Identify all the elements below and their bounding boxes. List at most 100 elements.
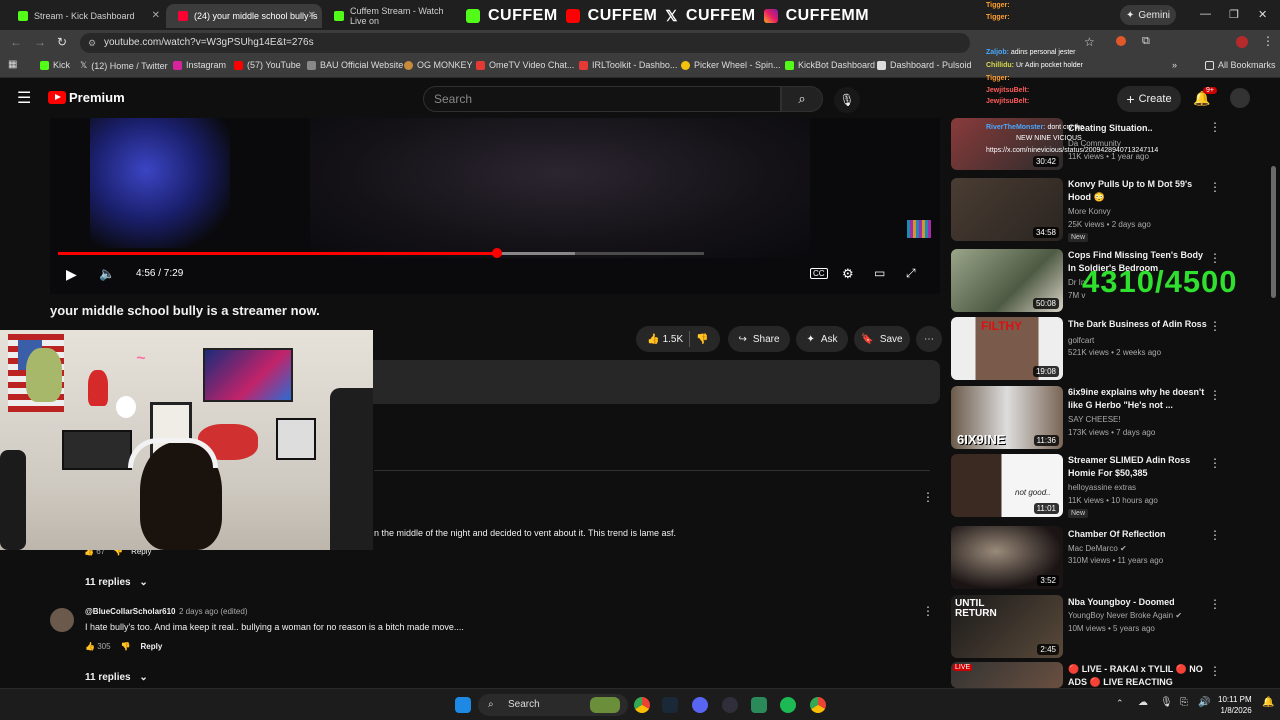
recommendation-card[interactable]: FILTHY 19:08 The Dark Business of Adin R… [951, 317, 1251, 381]
fullscreen-icon[interactable]: ⤢ [906, 266, 916, 281]
comment-more-icon[interactable]: ⋮ [922, 490, 934, 504]
rec-title[interactable]: Nba Youngboy - Doomed [1068, 596, 1208, 609]
site-info-icon[interactable]: ⚙ [88, 33, 96, 53]
rec-channel[interactable]: YoungBoy Never Broke Again ✔ [1068, 611, 1182, 620]
rec-title[interactable]: Konvy Pulls Up to M Dot 59's Hood 😳 [1068, 178, 1208, 204]
volume-icon[interactable]: 🔈 [99, 266, 115, 282]
youtube-logo[interactable]: Premium [48, 90, 125, 105]
recommendation-card[interactable]: LIVE 🔴 LIVE - RAKAI x TYLIL 🔴 NO ADS 🔴 L… [951, 662, 1251, 688]
mic-tray-icon[interactable]: 🎙 [1160, 697, 1173, 708]
bookmark-irltoolkit[interactable]: IRLToolkit - Dashbo... [579, 60, 677, 70]
back-icon[interactable]: ← [10, 35, 22, 49]
apps-grid-icon[interactable]: ▦ [8, 59, 17, 70]
comment-timestamp[interactable]: 2 days ago (edited) [179, 607, 248, 616]
minimize-icon[interactable]: — [1200, 8, 1211, 20]
close-icon[interactable]: ✕ [152, 10, 160, 21]
comment-author[interactable]: @BlueCollarScholar610 [85, 607, 176, 616]
taskbar-search[interactable]: ⌕ Search [478, 694, 628, 716]
search-input[interactable]: Search [423, 86, 781, 112]
rec-channel[interactable]: golfcart [1068, 336, 1094, 345]
save-button[interactable]: 🔖 Save [854, 326, 910, 352]
rec-channel[interactable]: More Konvy [1068, 207, 1111, 216]
window-close-icon[interactable]: ✕ [1258, 8, 1267, 21]
app-icon[interactable] [751, 697, 767, 713]
network-icon[interactable]: ⎘ [1180, 697, 1188, 708]
all-bookmarks[interactable]: All Bookmarks [1205, 60, 1276, 70]
rec-more-icon[interactable]: ⋮ [1209, 180, 1221, 194]
captions-icon[interactable]: CC [810, 268, 828, 279]
video-thumbnail[interactable]: UNTIL RETURN 2:45 [951, 595, 1063, 658]
close-icon[interactable]: ✕ [308, 10, 316, 21]
video-thumbnail[interactable]: FILTHY 19:08 [951, 317, 1063, 380]
rec-more-icon[interactable]: ⋮ [1209, 319, 1221, 333]
settings-gear-icon[interactable]: ⚙ [842, 266, 854, 282]
discord-icon[interactable] [692, 697, 708, 713]
bookmark-og-monkey[interactable]: OG MONKEY [404, 60, 473, 70]
rec-channel[interactable]: helloyassine extras [1068, 483, 1136, 492]
video-thumbnail[interactable]: 50:08 [951, 249, 1063, 312]
dislike-button[interactable]: 👎 [121, 642, 131, 651]
notifications-button[interactable]: 🔔 9+ [1193, 87, 1217, 107]
rec-title[interactable]: 🔴 LIVE - RAKAI x TYLIL 🔴 NO ADS 🔴 LIVE R… [1068, 663, 1208, 688]
bookmark-pulsoid[interactable]: Dashboard - Pulsoid [877, 60, 972, 70]
ask-button[interactable]: ✦ Ask [796, 326, 848, 352]
theater-mode-icon[interactable]: ▭ [874, 266, 885, 280]
video-thumbnail[interactable]: 3:52 [951, 526, 1063, 589]
rec-title[interactable]: The Dark Business of Adin Ross [1068, 318, 1208, 331]
bookmark-bau[interactable]: BAU Official Website [307, 60, 403, 70]
windows-start-icon[interactable] [455, 697, 471, 713]
tab-youtube-video[interactable]: (24) your middle school bully is ✕ [166, 4, 322, 28]
obs-icon[interactable] [722, 697, 738, 713]
tab-cuffem-stream[interactable]: Cuffem Stream - Watch Live on [322, 4, 462, 28]
maximize-icon[interactable]: ❐ [1229, 8, 1239, 21]
video-thumbnail[interactable]: LIVE [951, 662, 1063, 688]
volume-tray-icon[interactable]: 🔊 [1198, 697, 1210, 708]
reload-icon[interactable]: ↻ [57, 35, 67, 49]
bookmark-kick[interactable]: Kick [40, 60, 70, 70]
rec-more-icon[interactable]: ⋮ [1209, 528, 1221, 542]
chrome-icon[interactable] [810, 697, 826, 713]
more-menu-icon[interactable]: ⋮ [1262, 34, 1274, 48]
progress-bar[interactable] [58, 248, 704, 258]
dislike-button[interactable]: 👎 [696, 334, 708, 345]
chevron-up-icon[interactable]: ⌃ [1116, 698, 1124, 709]
video-thumbnail[interactable]: 6IX9INE 11:36 [951, 386, 1063, 449]
like-button[interactable]: 👍 305 [85, 642, 111, 651]
play-icon[interactable]: ▶ [66, 266, 77, 283]
video-thumbnail[interactable]: 34:58 [951, 178, 1063, 241]
bookmark-twitter[interactable]: 𝕏 (12) Home / Twitter [80, 60, 168, 71]
rec-title[interactable]: 6ix9ine explains why he doesn't like G H… [1068, 386, 1208, 412]
chrome-icon[interactable] [634, 697, 650, 713]
voice-search-button[interactable]: 🎙 [834, 87, 860, 113]
search-button[interactable]: ⌕ [781, 86, 823, 112]
rec-title[interactable]: Streamer SLIMED Adin Ross Homie For $50,… [1068, 454, 1208, 480]
forward-icon[interactable]: → [34, 35, 46, 49]
rec-channel[interactable]: SAY CHEESE! [1068, 415, 1121, 424]
page-scrollbar[interactable] [1271, 166, 1276, 298]
url-input[interactable]: ⚙ youtube.com/watch?v=W3gPSUhg14E&t=276s [80, 33, 970, 53]
rec-more-icon[interactable]: ⋮ [1209, 664, 1221, 678]
recommendation-card[interactable]: not good.. 11:01 Streamer SLIMED Adin Ro… [951, 454, 1251, 518]
rec-channel[interactable]: Mac DeMarco ✔ [1068, 544, 1127, 553]
rec-more-icon[interactable]: ⋮ [1209, 388, 1221, 402]
rec-more-icon[interactable]: ⋮ [1209, 456, 1221, 470]
bookmark-kickbot[interactable]: KickBot Dashboard [785, 60, 875, 70]
rec-title[interactable]: Chamber Of Reflection [1068, 528, 1208, 541]
rec-more-icon[interactable]: ⋮ [1209, 597, 1221, 611]
bookmark-ometv[interactable]: OmeTV Video Chat... [476, 60, 574, 70]
hamburger-menu-icon[interactable]: ☰ [17, 88, 31, 108]
bookmark-picker-wheel[interactable]: Picker Wheel - Spin... [681, 60, 781, 70]
reply-button[interactable]: Reply [141, 642, 163, 651]
share-button[interactable]: ↪ Share [728, 326, 790, 352]
rec-more-icon[interactable]: ⋮ [1209, 251, 1221, 265]
bookmark-instagram[interactable]: Instagram [173, 60, 226, 70]
steam-icon[interactable] [662, 697, 678, 713]
recommendation-card[interactable]: 6IX9INE 11:36 6ix9ine explains why he do… [951, 386, 1251, 450]
profile-avatar[interactable] [1236, 36, 1248, 48]
like-button[interactable]: 👍 1.5K [647, 334, 683, 345]
spotify-icon[interactable] [780, 697, 796, 713]
account-avatar[interactable] [1230, 88, 1250, 108]
video-thumbnail[interactable]: not good.. 11:01 [951, 454, 1063, 517]
commenter-avatar[interactable] [50, 608, 74, 632]
view-replies-button[interactable]: 11 replies ⌄ [85, 672, 148, 683]
